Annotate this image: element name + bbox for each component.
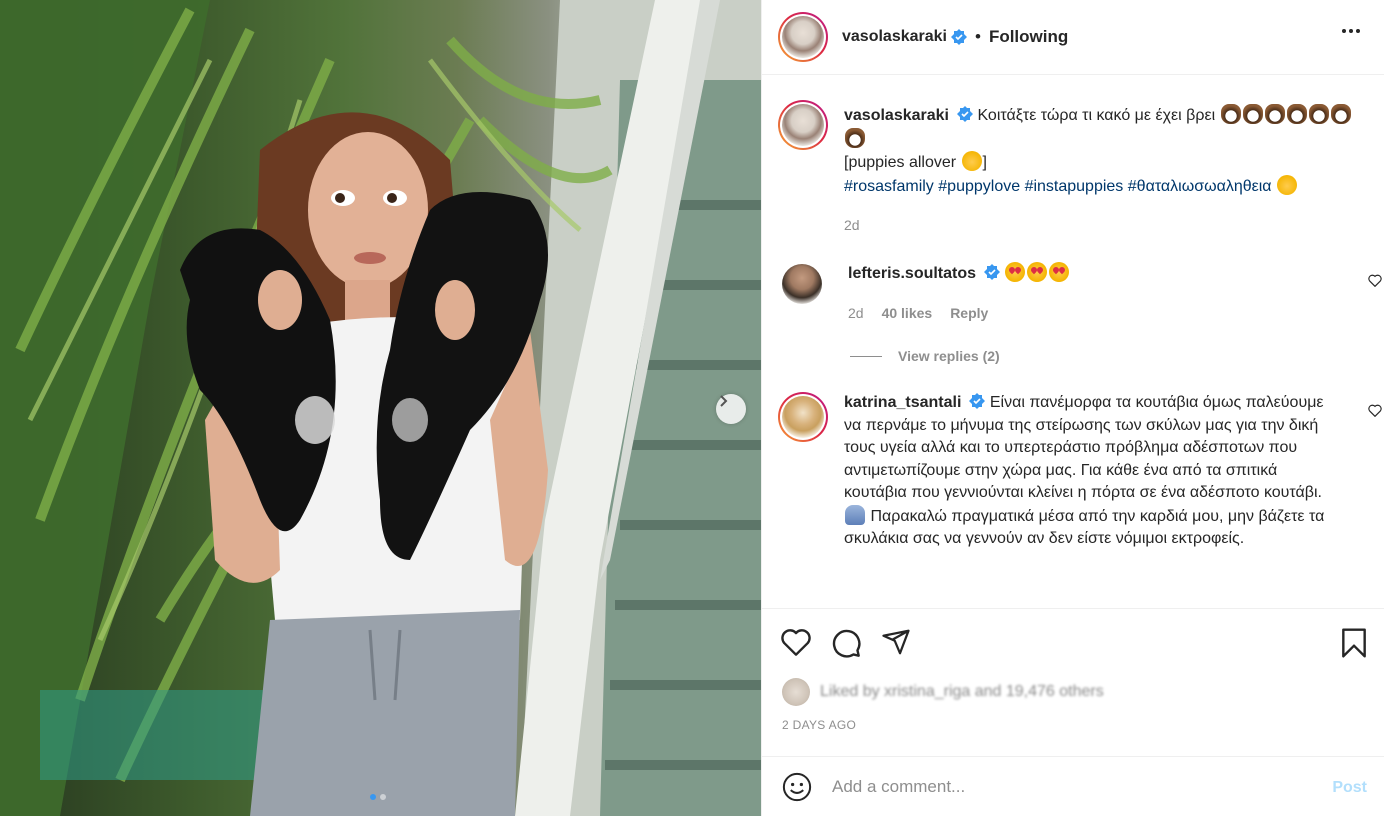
caption: vasolaskaraki Κοιτάξτε τώρα τι κακό με έ… xyxy=(778,100,1368,237)
comment-likes[interactable]: 40 likes xyxy=(882,302,933,325)
commenter-username[interactable]: katrina_tsantali xyxy=(844,394,961,411)
comment-input[interactable] xyxy=(832,776,1312,797)
eye-roll-emoji xyxy=(961,151,982,171)
like-comment-heart-icon[interactable] xyxy=(1368,404,1382,417)
carousel-dot xyxy=(380,794,386,800)
pray-emoji xyxy=(845,504,865,525)
view-replies-button[interactable]: View replies (2) xyxy=(850,348,1000,364)
comment-icon[interactable] xyxy=(830,627,862,659)
comment-item: katrina_tsantali Είναι πανέμορφα τα κουτ… xyxy=(778,392,1382,551)
separator: • xyxy=(974,27,981,46)
chevron-right-icon xyxy=(720,395,728,407)
hashtag-link[interactable]: #θαταλιωσωαληθεια xyxy=(1128,178,1272,195)
caption-time[interactable]: 2d xyxy=(844,214,860,237)
hashtag-link[interactable]: #rosasfamily xyxy=(844,178,934,195)
post-header: vasolaskaraki • Following xyxy=(762,0,1384,75)
caption-text: Κοιτάξτε τώρα τι κακό με έχει βρει xyxy=(977,107,1216,124)
comment-time[interactable]: 2d xyxy=(848,302,864,325)
heart-eyes-emoji xyxy=(1004,262,1070,282)
verified-icon xyxy=(956,106,973,122)
carousel-next-button[interactable] xyxy=(716,394,746,424)
post-timestamp[interactable]: 2 DAYS AGO xyxy=(782,718,856,732)
post-comment-button[interactable]: Post xyxy=(1332,779,1367,797)
following-button[interactable]: Following xyxy=(989,27,1068,47)
share-icon[interactable] xyxy=(880,627,912,657)
add-comment-bar: Post xyxy=(762,756,1384,816)
hashtag-link[interactable]: #puppylove xyxy=(938,178,1020,195)
carousel-indicator xyxy=(370,794,386,800)
verified-icon xyxy=(969,393,986,409)
comment-text-continued: Παρακαλώ πραγματικά μέσα από την καρδιά … xyxy=(844,507,1325,548)
reply-button[interactable]: Reply xyxy=(950,302,988,325)
author-avatar[interactable] xyxy=(778,12,828,62)
commenter-avatar[interactable] xyxy=(778,392,828,442)
action-bar xyxy=(762,608,1384,668)
comment-item: lefteris.soultatos 2d 40 likes Reply xyxy=(778,262,1382,325)
comments-list[interactable]: vasolaskaraki Κοιτάξτε τώρα τι κακό με έ… xyxy=(762,76,1384,608)
author-avatar[interactable] xyxy=(778,100,828,150)
commenter-avatar[interactable] xyxy=(782,264,824,306)
post-photo[interactable] xyxy=(0,0,761,816)
likes-summary[interactable]: Liked by xristina_riga and 19,476 others xyxy=(782,672,1104,712)
caption-line2-end: ] xyxy=(982,154,987,171)
wink-emoji xyxy=(1277,174,1298,195)
instagram-post-view: vasolaskaraki • Following vasolaskaraki xyxy=(0,0,1384,816)
author-username[interactable]: vasolaskaraki xyxy=(842,28,947,46)
hashtag-link[interactable]: #instapuppies xyxy=(1025,178,1124,195)
caption-line2: [puppies allover xyxy=(844,154,957,171)
verified-icon xyxy=(984,264,1001,280)
more-icon[interactable] xyxy=(1341,28,1361,34)
emoji-icon[interactable] xyxy=(782,772,812,802)
view-replies-label: View replies (2) xyxy=(898,348,1000,364)
liker-avatar xyxy=(782,678,810,706)
heart-icon[interactable] xyxy=(780,627,812,657)
caption-username[interactable]: vasolaskaraki xyxy=(844,107,949,124)
post-side-panel: vasolaskaraki • Following vasolaskaraki xyxy=(761,0,1384,816)
carousel-dot xyxy=(370,794,376,800)
commenter-username[interactable]: lefteris.soultatos xyxy=(848,265,976,282)
bookmark-icon[interactable] xyxy=(1340,627,1368,659)
verified-icon xyxy=(950,29,967,45)
photo-illustration xyxy=(0,0,761,816)
like-comment-heart-icon[interactable] xyxy=(1368,274,1382,287)
likes-text[interactable]: Liked by xristina_riga and 19,476 others xyxy=(820,683,1104,701)
